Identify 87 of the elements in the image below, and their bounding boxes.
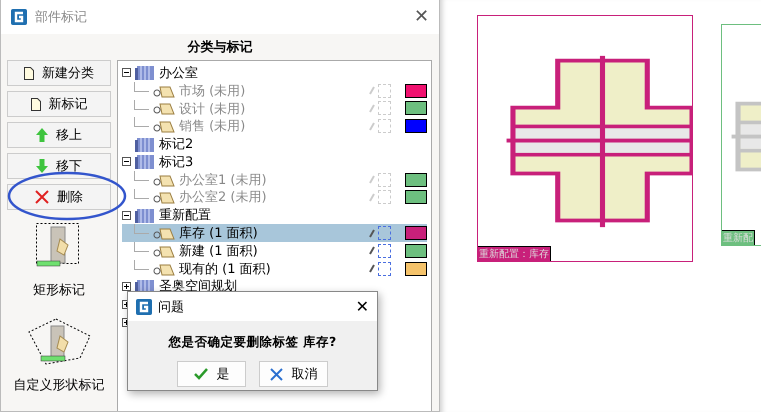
category-label[interactable]: 办公室	[159, 64, 198, 82]
color-swatch[interactable]	[405, 244, 427, 258]
tag-icon	[153, 172, 175, 187]
outline-swatch	[378, 84, 391, 98]
delete-icon	[35, 190, 49, 204]
tag-icon	[153, 226, 175, 240]
pin-icon	[369, 246, 375, 256]
outline-swatch	[378, 101, 391, 116]
pin-icon	[369, 175, 375, 184]
dialog-message: 您是否确定要删除标签 库存?	[168, 334, 336, 349]
color-swatch[interactable]	[405, 101, 427, 116]
tag-label: 设计 (未用)	[179, 100, 246, 118]
tag-row[interactable]: 设计 (未用)	[122, 100, 427, 118]
dialog-title: 问题	[158, 298, 185, 316]
app-logo-icon	[136, 298, 152, 314]
document-icon	[24, 66, 34, 80]
cancel-button[interactable]: 取消	[259, 361, 328, 387]
mark-label: 重新配	[722, 230, 755, 245]
category-label[interactable]: 重新配置	[159, 206, 211, 224]
mark-frame[interactable]: 重新配置：库存	[477, 15, 693, 262]
tag-icon	[153, 119, 175, 134]
check-icon	[194, 368, 208, 380]
pin-icon	[369, 104, 375, 113]
outline-swatch	[378, 262, 391, 276]
outline-swatch	[378, 190, 391, 204]
outline-swatch	[378, 244, 391, 258]
tag-icon	[153, 244, 175, 258]
close-icon[interactable]: ✕	[356, 297, 369, 316]
app-logo-icon	[11, 9, 27, 25]
tool-label[interactable]: 自定义形状标记	[14, 376, 104, 394]
binder-icon	[135, 65, 155, 80]
color-swatch[interactable]	[405, 262, 427, 276]
down-arrow-icon	[36, 159, 48, 173]
color-swatch[interactable]	[405, 119, 427, 134]
up-arrow-icon	[36, 128, 48, 142]
collapse-icon[interactable]	[122, 68, 131, 78]
tag-row[interactable]: 销售 (未用)	[122, 117, 427, 136]
tag-icon	[153, 101, 175, 116]
tag-row[interactable]: 新建 (1 面积)	[122, 242, 427, 260]
collapse-icon[interactable]	[122, 157, 131, 166]
panel-heading: 分类与标记	[188, 40, 252, 55]
tag-label: 办公室1 (未用)	[179, 172, 267, 189]
pin-icon	[369, 86, 375, 96]
tag-icon	[153, 262, 175, 276]
category-label[interactable]: 标记2	[159, 135, 194, 154]
tag-row[interactable]: 库存 (1 面积)	[122, 224, 427, 242]
binder-icon	[135, 208, 155, 223]
tag-icon	[153, 190, 175, 204]
outline-swatch	[378, 226, 391, 240]
tag-label: 办公室2 (未用)	[179, 189, 267, 206]
tag-label: 销售 (未用)	[179, 118, 246, 136]
delete-button[interactable]: 删除	[7, 184, 111, 210]
tag-row[interactable]: 市场 (未用)	[122, 82, 427, 100]
mark-label: 重新配置：库存	[478, 246, 551, 261]
category-label[interactable]: 标记3	[159, 152, 194, 171]
tag-row[interactable]: 办公室2 (未用)	[122, 188, 427, 206]
binder-icon	[135, 136, 155, 152]
window-title: 部件标记	[35, 9, 88, 26]
expand-icon[interactable]	[122, 282, 131, 291]
document-icon	[30, 98, 40, 110]
yes-button[interactable]: 是	[177, 361, 246, 387]
color-swatch[interactable]	[405, 226, 427, 240]
tag-label: 市场 (未用)	[179, 82, 246, 100]
tag-row[interactable]: 办公室1 (未用)	[122, 170, 427, 189]
pin-icon	[369, 264, 375, 274]
outline-swatch	[378, 172, 391, 187]
pin-icon	[369, 192, 375, 202]
outline-swatch	[378, 119, 391, 134]
color-swatch[interactable]	[405, 172, 427, 187]
collapse-icon[interactable]	[122, 210, 131, 220]
pin-icon	[369, 228, 375, 238]
close-icon[interactable]: ✕	[414, 8, 429, 26]
pin-icon	[369, 122, 375, 131]
tag-row[interactable]: 现有的 (1 面积)	[122, 260, 427, 278]
tag-label: 新建 (1 面积)	[179, 242, 258, 260]
color-swatch[interactable]	[405, 84, 427, 98]
binder-icon	[135, 154, 155, 170]
tool-label[interactable]: 矩形标记	[33, 281, 85, 299]
cancel-icon	[270, 368, 282, 380]
side-button[interactable]: 新建分类	[7, 60, 111, 86]
side-button[interactable]: 移上	[7, 122, 111, 148]
tag-icon	[153, 84, 175, 98]
color-swatch[interactable]	[405, 190, 427, 204]
tag-label: 库存 (1 面积)	[179, 225, 258, 242]
tag-label: 现有的 (1 面积)	[179, 260, 271, 278]
side-button[interactable]: 移下	[7, 153, 111, 179]
side-button[interactable]: 新标记	[7, 91, 111, 117]
